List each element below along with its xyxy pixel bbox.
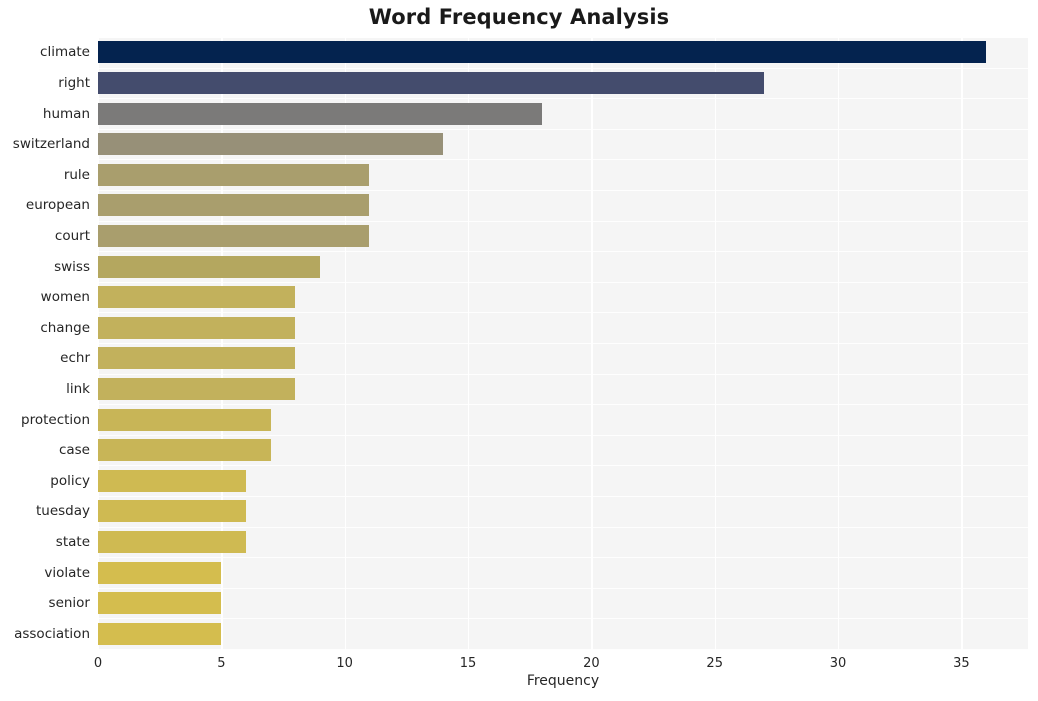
y-axis-tick-labels: climate right human switzerland rule european… — [0, 38, 90, 650]
bar[interactable] — [98, 530, 246, 553]
plot-area — [98, 38, 1028, 650]
bar-row[interactable] — [98, 344, 1028, 373]
bar[interactable] — [98, 592, 222, 615]
x-axis-tick-label: 30 — [829, 656, 847, 671]
x-axis-title: Frequency — [526, 673, 600, 689]
bar-row[interactable] — [98, 191, 1028, 220]
y-axis-tick-label: human — [42, 105, 90, 122]
x-axis-tick-label: 10 — [336, 656, 353, 671]
y-axis-tick-label: rule — [63, 166, 90, 183]
bar[interactable] — [98, 439, 271, 462]
y-axis-tick-label: right — [58, 74, 90, 91]
bar-row[interactable] — [98, 558, 1028, 587]
bar[interactable] — [98, 133, 444, 156]
bar[interactable] — [98, 377, 296, 400]
x-axis-tick-label: 15 — [459, 656, 477, 671]
bar[interactable] — [98, 71, 765, 94]
bar[interactable] — [98, 469, 246, 492]
bar-row[interactable] — [98, 38, 1028, 67]
y-axis-tick-label: change — [40, 319, 90, 336]
bar[interactable] — [98, 224, 370, 247]
y-axis-tick-label: policy — [50, 472, 90, 489]
y-axis-tick-label: women — [40, 289, 90, 306]
y-axis-tick-label: state — [55, 533, 90, 550]
bar[interactable] — [98, 622, 222, 645]
bar-row[interactable] — [98, 497, 1028, 526]
bar[interactable] — [98, 316, 296, 339]
y-axis-tick-label: association — [14, 625, 90, 642]
y-axis-tick-label: protection — [21, 411, 90, 428]
x-axis-tick-label: 35 — [953, 656, 970, 671]
bar[interactable] — [98, 408, 271, 431]
bar-row[interactable] — [98, 466, 1028, 495]
y-axis-tick-label: court — [54, 227, 90, 244]
y-axis-tick-label: climate — [40, 44, 90, 61]
bar[interactable] — [98, 194, 370, 217]
bar-row[interactable] — [98, 619, 1028, 648]
y-axis-tick-label: tuesday — [35, 503, 90, 520]
bar-row[interactable] — [98, 130, 1028, 159]
bar-row[interactable] — [98, 375, 1028, 404]
bar[interactable] — [98, 163, 370, 186]
y-axis-tick-label: european — [25, 197, 90, 214]
y-axis-tick-label: swiss — [54, 258, 90, 275]
bar-row[interactable] — [98, 528, 1028, 557]
bar-row[interactable] — [98, 69, 1028, 98]
x-axis-tick-label: 25 — [706, 656, 723, 671]
chart-title: Word Frequency Analysis — [368, 5, 670, 29]
x-axis-tick-label: 5 — [217, 656, 226, 671]
y-axis-tick-label: case — [58, 442, 90, 459]
bar[interactable] — [98, 561, 222, 584]
y-axis-tick-label: switzerland — [12, 136, 90, 153]
bar[interactable] — [98, 286, 296, 309]
bar-row[interactable] — [98, 283, 1028, 312]
chart-figure: Word Frequency Analysis climate right huma… — [0, 0, 1038, 701]
bar-row[interactable] — [98, 589, 1028, 618]
x-axis-tick-label: 0 — [93, 656, 103, 671]
bar[interactable] — [98, 41, 987, 64]
bar-row[interactable] — [98, 222, 1028, 251]
bar[interactable] — [98, 500, 246, 523]
bar-row[interactable] — [98, 313, 1028, 342]
bar-row[interactable] — [98, 405, 1028, 434]
y-axis-tick-label: senior — [48, 595, 90, 612]
y-axis-tick-label: violate — [44, 564, 90, 581]
bar[interactable] — [98, 102, 543, 125]
x-axis-tick-label: 20 — [583, 656, 600, 671]
bar[interactable] — [98, 347, 296, 370]
y-axis-tick-label: echr — [60, 350, 90, 367]
bar-row[interactable] — [98, 252, 1028, 281]
bar-row[interactable] — [98, 160, 1028, 189]
bar[interactable] — [98, 255, 321, 278]
bar-row[interactable] — [98, 436, 1028, 465]
y-axis-tick-label: link — [66, 380, 90, 397]
bar-row[interactable] — [98, 99, 1028, 128]
